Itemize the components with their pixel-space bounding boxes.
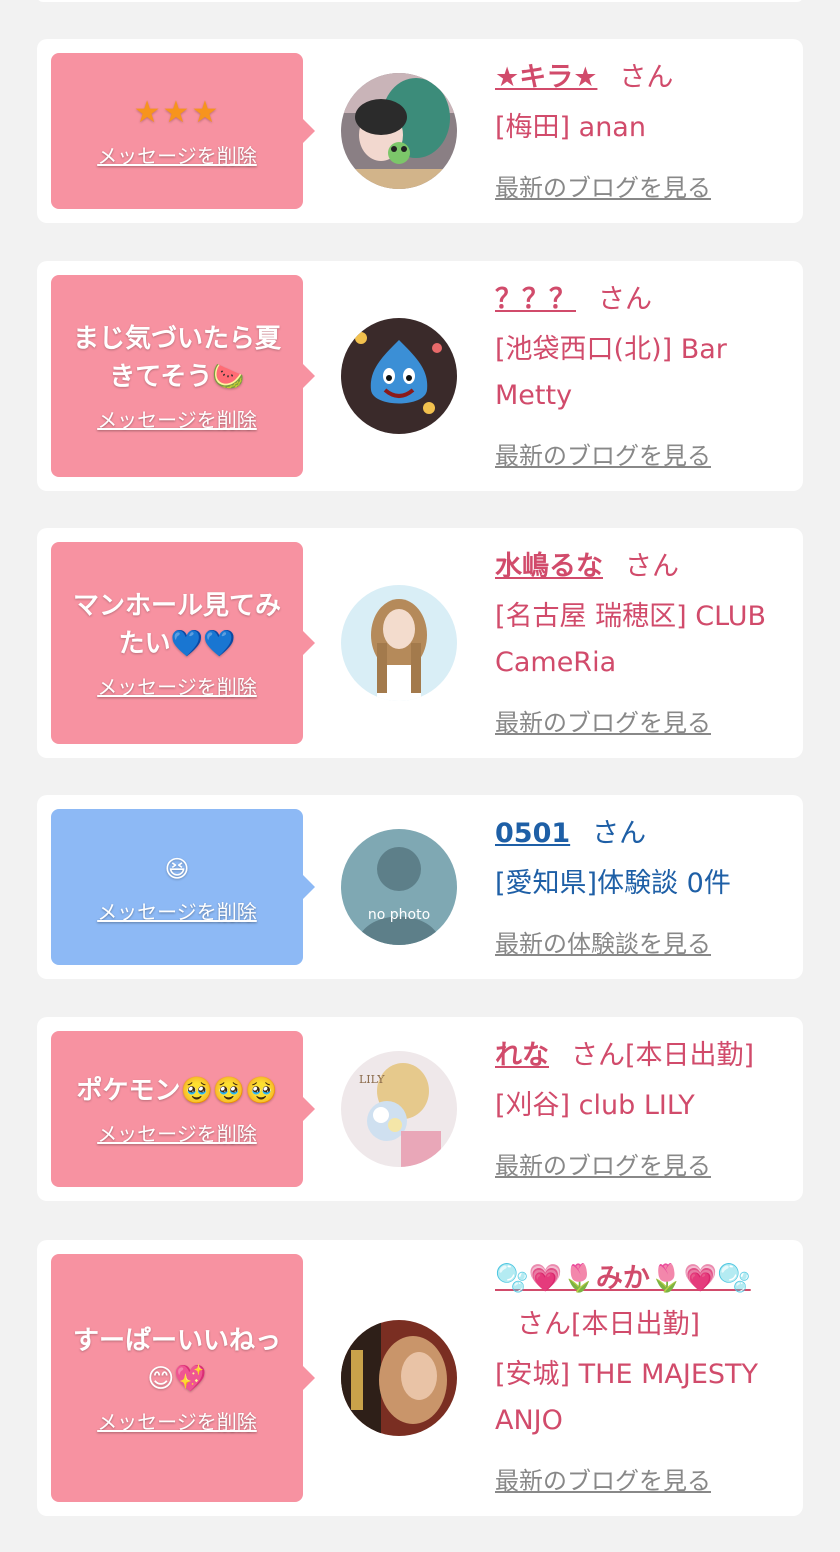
member-info: れな さん[本日出勤] [刈谷] club LILY 最新のブログを見る (495, 1033, 793, 1189)
latest-blog-link[interactable]: 最新のブログを見る (495, 1458, 793, 1504)
member-name-link[interactable]: 0501 (495, 818, 570, 849)
latest-review-link[interactable]: 最新の体験談を見る (495, 921, 793, 967)
message-text: ★★★ (133, 94, 221, 130)
honorific: さん[本日出勤] (517, 1309, 701, 1340)
delete-message-link[interactable]: メッセージを削除 (97, 140, 257, 169)
avatar[interactable] (341, 318, 457, 434)
message-bubble: ★★★ メッセージを削除 (51, 53, 315, 209)
latest-blog-link[interactable]: 最新のブログを見る (495, 165, 793, 211)
message-bubble: すーぱーいいねっ😊💖 メッセージを削除 (51, 1254, 315, 1502)
avatar[interactable] (341, 1320, 457, 1436)
delete-message-link[interactable]: メッセージを削除 (97, 671, 257, 700)
member-name-link[interactable]: 水嶋るな (495, 551, 603, 582)
delete-message-link[interactable]: メッセージを削除 (97, 1406, 257, 1435)
message-bubble: ポケモン🥹🥹🥹 メッセージを削除 (51, 1031, 315, 1187)
latest-blog-link[interactable]: 最新のブログを見る (495, 700, 793, 746)
avatar-logo-text: LILY (359, 1073, 385, 1086)
shop-name: [梅田] anan (495, 112, 646, 143)
avatar[interactable]: LILY (341, 1051, 457, 1167)
delete-message-link[interactable]: メッセージを削除 (97, 896, 257, 925)
message-text: マンホール見てみたい💙💙 (72, 590, 281, 659)
member-info: 0501 さん [愛知県]体験談 0件 最新の体験談を見る (495, 811, 793, 967)
avatar-placeholder-text: no photo (368, 907, 430, 923)
previous-card-edge (37, 0, 803, 2)
shop-name: [池袋西口(北)] Bar Metty (495, 334, 727, 411)
honorific: さん[本日出勤] (571, 1040, 755, 1071)
message-bubble: まじ気づいたら夏きてそう🍉 メッセージを削除 (51, 275, 315, 477)
member-info: 🫧💗🌷みか🌷💗🫧 さん[本日出勤] [安城] THE MAJESTY ANJO 最… (495, 1256, 793, 1504)
shop-name: [名古屋 瑞穂区] CLUB CameRia (495, 601, 767, 678)
shop-name: [愛知県]体験談 0件 (495, 868, 731, 899)
message-card: すーぱーいいねっ😊💖 メッセージを削除 🫧💗🌷みか🌷💗🫧 さん[本日出勤] [安城… (37, 1240, 803, 1516)
message-card: 😆 メッセージを削除 no photo 0501 さん [愛知県]体験談 0件 最… (37, 795, 803, 979)
avatar[interactable] (341, 585, 457, 701)
avatar[interactable] (341, 73, 457, 189)
honorific: さん (592, 818, 647, 849)
message-bubble: 😆 メッセージを削除 (51, 809, 315, 965)
member-name-link[interactable]: ★キラ★ (495, 62, 597, 93)
delete-message-link[interactable]: メッセージを削除 (97, 1118, 257, 1147)
member-info: 水嶋るな さん [名古屋 瑞穂区] CLUB CameRia 最新のブログを見る (495, 544, 793, 746)
message-text: 😆 (164, 854, 190, 883)
latest-blog-link[interactable]: 最新のブログを見る (495, 1143, 793, 1189)
member-info: ？？？ さん [池袋西口(北)] Bar Metty 最新のブログを見る (495, 277, 793, 479)
honorific: さん (598, 284, 652, 315)
message-card: ★★★ メッセージを削除 ★キラ★ さん [梅田] anan 最新のブログを見る (37, 39, 803, 223)
message-card: ポケモン🥹🥹🥹 メッセージを削除 LILY れな さん[本日出勤] [刈谷] cl… (37, 1017, 803, 1201)
message-card: マンホール見てみたい💙💙 メッセージを削除 水嶋るな さん [名古屋 瑞穂区] C… (37, 528, 803, 758)
message-bubble: マンホール見てみたい💙💙 メッセージを削除 (51, 542, 315, 744)
member-info: ★キラ★ さん [梅田] anan 最新のブログを見る (495, 55, 793, 211)
shop-name: [安城] THE MAJESTY ANJO (495, 1359, 758, 1436)
message-text: まじ気づいたら夏きてそう🍉 (72, 323, 281, 392)
message-text: ポケモン🥹🥹🥹 (76, 1075, 278, 1106)
honorific: さん (625, 551, 679, 582)
member-name-link[interactable]: れな (495, 1040, 549, 1071)
member-name-link[interactable]: 🫧💗🌷みか🌷💗🫧 (495, 1263, 751, 1294)
avatar[interactable]: no photo (341, 829, 457, 945)
shop-name: [刈谷] club LILY (495, 1090, 695, 1121)
honorific: さん (619, 62, 674, 93)
latest-blog-link[interactable]: 最新のブログを見る (495, 433, 793, 479)
message-card: まじ気づいたら夏きてそう🍉 メッセージを削除 ？？？ さん [池袋西口(北)] B… (37, 261, 803, 491)
member-name-link[interactable]: ？？？ (495, 284, 576, 315)
delete-message-link[interactable]: メッセージを削除 (97, 404, 257, 433)
message-text: すーぱーいいねっ😊💖 (72, 1325, 281, 1394)
